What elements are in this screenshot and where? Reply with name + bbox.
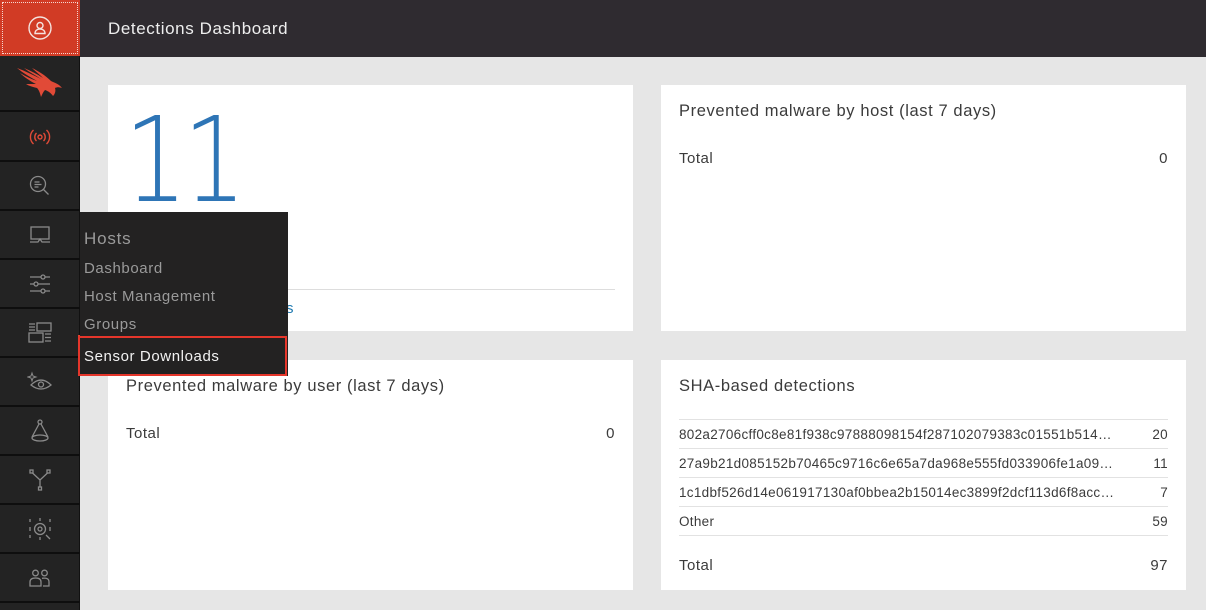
nav-home-logo[interactable] — [0, 56, 80, 112]
total-label: Total — [126, 425, 161, 442]
nav-users[interactable] — [0, 555, 80, 603]
detections-count-value: 11 — [124, 91, 247, 229]
total-value: 97 — [1150, 557, 1168, 574]
nav-configuration[interactable] — [0, 261, 80, 309]
sha-count: 7 — [1160, 484, 1168, 500]
sha-table: 802a2706cff0c8e81f938c97888098154f287102… — [679, 419, 1168, 536]
nav-dashboards[interactable] — [0, 310, 80, 358]
table-row: Other 59 — [679, 507, 1168, 536]
sidebar-nav — [0, 0, 81, 610]
hosts-monitor-icon — [30, 226, 50, 243]
nav-hosts[interactable] — [0, 212, 80, 260]
sha-hash[interactable]: 27a9b21d085152b70465c9716c6e65a7da968e55… — [679, 456, 1113, 471]
page-header: Detections Dashboard — [80, 0, 1206, 57]
activity-broadcast-icon — [29, 129, 51, 145]
workflow-nodes-icon — [29, 469, 51, 491]
total-row: Total 0 — [126, 425, 615, 442]
sha-other-label: Other — [679, 513, 715, 529]
flyout-heading: Hosts — [84, 229, 132, 248]
card-sha-detections: SHA-based detections 802a2706cff0c8e81f9… — [661, 360, 1186, 590]
discover-eye-icon — [27, 371, 52, 390]
nav-intelligence[interactable] — [0, 506, 80, 554]
table-row[interactable]: 1c1dbf526d14e061917130af0bbea2b15014ec38… — [679, 478, 1168, 507]
nav-spotlight[interactable] — [0, 408, 80, 456]
table-row[interactable]: 27a9b21d085152b70465c9716c6e65a7da968e55… — [679, 449, 1168, 478]
menu-item-groups[interactable]: Groups — [80, 310, 288, 338]
sha-hash[interactable]: 1c1dbf526d14e061917130af0bbea2b15014ec38… — [679, 485, 1119, 500]
total-label: Total — [679, 557, 714, 574]
hosts-flyout-menu: Hosts Dashboard Host Management Groups S… — [78, 212, 288, 376]
users-icon — [29, 569, 50, 587]
nav-investigate[interactable] — [0, 163, 80, 211]
dashboards-layout-icon — [28, 322, 52, 343]
total-label: Total — [679, 150, 714, 167]
menu-item-dashboard[interactable]: Dashboard — [80, 254, 288, 282]
nav-discover[interactable] — [0, 359, 80, 407]
sha-count: 11 — [1153, 455, 1168, 471]
card-title: Prevented malware by host (last 7 days) — [679, 102, 997, 120]
nav-workflows[interactable] — [0, 457, 80, 505]
card-title: SHA-based detections — [679, 377, 856, 395]
investigate-search-icon — [29, 175, 49, 195]
total-row: Total 0 — [679, 150, 1168, 167]
nav-activity[interactable] — [0, 114, 80, 162]
spotlight-cone-icon — [31, 419, 49, 442]
nav-profile[interactable] — [0, 0, 80, 56]
total-value: 0 — [1159, 150, 1168, 167]
user-profile-icon — [28, 16, 52, 40]
intelligence-target-icon — [29, 518, 51, 540]
card-malware-by-host: Prevented malware by host (last 7 days) … — [661, 85, 1186, 331]
card-malware-by-user: Prevented malware by user (last 7 days) … — [108, 360, 633, 590]
page-title: Detections Dashboard — [108, 18, 289, 38]
configuration-sliders-icon — [30, 274, 50, 294]
total-value: 0 — [606, 425, 615, 442]
falcon-logo-icon — [17, 68, 62, 97]
sha-count: 59 — [1152, 513, 1168, 529]
table-row[interactable]: 802a2706cff0c8e81f938c97888098154f287102… — [679, 420, 1168, 449]
menu-item-sensor-downloads[interactable]: Sensor Downloads — [78, 336, 287, 376]
total-row: Total 97 — [679, 557, 1168, 574]
card-title: Prevented malware by user (last 7 days) — [126, 377, 445, 395]
sha-count: 20 — [1152, 426, 1168, 442]
menu-item-host-management[interactable]: Host Management — [80, 282, 288, 310]
sha-hash[interactable]: 802a2706cff0c8e81f938c97888098154f287102… — [679, 427, 1112, 442]
